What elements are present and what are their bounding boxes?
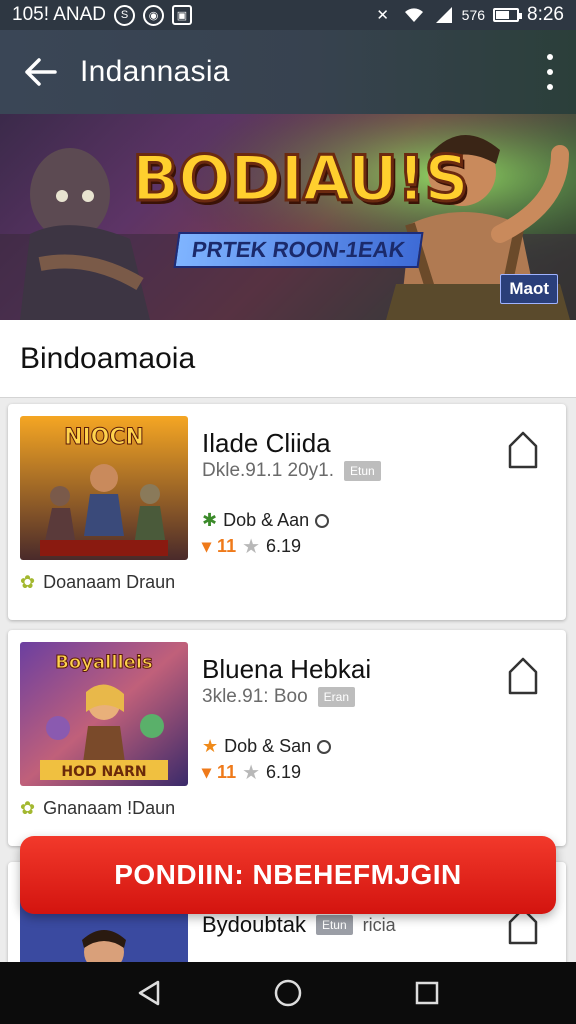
- game-meta-text: Dkle.91.1 20y1.: [202, 460, 335, 481]
- svg-text:NIOCN: NIOCN: [64, 425, 144, 450]
- circle-icon: [315, 513, 330, 528]
- status-bar: 105! ANAD S ◉ ▣ ✕ 576 8:26: [0, 0, 576, 30]
- banner-title: BODIAU!S: [131, 141, 471, 217]
- status-time-left: 105! ANAD: [12, 4, 106, 25]
- nav-recents-button[interactable]: [407, 973, 447, 1013]
- more-dot-icon: [547, 54, 553, 60]
- leaf-icon: ✱: [202, 510, 218, 530]
- svg-text:Boyallleis: Boyallleis: [55, 652, 153, 673]
- back-button[interactable]: [0, 30, 80, 114]
- star-icon: ★: [242, 762, 261, 784]
- game-genre: Dob & San: [224, 736, 312, 756]
- game-footer: ✿ Gnanaam !Daun: [20, 798, 175, 819]
- star-icon: ★: [242, 536, 261, 558]
- game-thumbnail: NIOCN: [20, 416, 188, 560]
- promo-banner[interactable]: BODIAU!S PRTEK ROON-1EAK Maot: [0, 114, 576, 320]
- game-meta: 3kle.91: Boo Eran: [202, 686, 355, 708]
- mute-icon: ✕: [376, 7, 389, 24]
- navigation-bar: [0, 962, 576, 1024]
- image-icon: ▣: [172, 5, 192, 25]
- game-genre-row: ★ Dob & San: [202, 736, 332, 757]
- more-dot-icon: [547, 69, 553, 75]
- game-genre-row: ✱ Dob & Aan: [202, 510, 330, 531]
- fire-count: 11: [217, 536, 237, 556]
- game-developer: Gnanaam !Daun: [43, 798, 176, 818]
- svg-text:HOD NARN: HOD NARN: [61, 764, 146, 780]
- fire-count: 11: [217, 762, 237, 782]
- bookmark-icon[interactable]: [506, 430, 540, 470]
- game-stats-row: ▾ 11 ★ 6.19: [202, 760, 301, 785]
- fire-icon: ▾: [202, 762, 212, 782]
- game-thumbnail: Boyallleis HOD NARN: [20, 642, 188, 786]
- star-icon: ★: [202, 736, 219, 756]
- game-stats-row: ▾ 11 ★ 6.19: [202, 534, 301, 559]
- bookmark-icon[interactable]: [506, 656, 540, 696]
- game-tag: Eran: [317, 687, 355, 707]
- game-artwork: Boyallleis HOD NARN: [20, 642, 188, 786]
- section-title: Bindoamaoia: [20, 341, 196, 375]
- banner-subtitle: PRTEK ROON-1EAK: [173, 232, 424, 268]
- section-header: Bindoamaoia: [0, 320, 576, 398]
- back-triangle-icon: [139, 980, 160, 1006]
- nav-back-button[interactable]: [129, 973, 169, 1013]
- back-arrow-icon: [25, 58, 57, 86]
- game-meta: Dkle.91.1 20y1. Etun: [202, 460, 381, 482]
- game-rating: 6.19: [266, 762, 302, 782]
- developer-icon: ✿: [20, 798, 36, 818]
- game-footer: ✿ Doanaam Draun: [20, 572, 175, 593]
- screen: 105! ANAD S ◉ ▣ ✕ 576 8:26 Indannasia BO…: [0, 0, 576, 1024]
- game-artwork: NIOCN: [20, 416, 188, 560]
- fire-icon: ▾: [202, 536, 212, 556]
- circle-icon: [317, 739, 332, 754]
- game-genre: Dob & Aan: [223, 510, 310, 530]
- cta-button[interactable]: PONDIIN: NBEHEFMJGIN: [20, 836, 556, 914]
- more-options-button[interactable]: [544, 54, 556, 90]
- game-card[interactable]: Boyallleis HOD NARN Bluena Hebkai 3kle.9…: [8, 630, 566, 846]
- game-title-row: Bydoubtak Etun ricia: [202, 912, 396, 938]
- game-meta-text: 3kle.91: Boo: [202, 686, 308, 707]
- status-indicators: 576: [461, 7, 486, 23]
- game-title: Bydoubtak: [202, 912, 306, 937]
- game-rating: 6.19: [266, 536, 302, 556]
- app-title: Indannasia: [80, 55, 230, 88]
- status-left: 105! ANAD S ◉ ▣: [12, 4, 192, 26]
- game-card[interactable]: NIOCN Ilade Cliida Dkle.91.1 20y1. Etun …: [8, 404, 566, 620]
- app-bar: Indannasia: [0, 30, 576, 114]
- status-right: ✕ 576 8:26: [372, 4, 564, 26]
- game-title: Ilade Cliida: [202, 428, 331, 458]
- sync-icon: S: [114, 4, 135, 26]
- game-tag: Etun: [344, 461, 381, 481]
- game-meta-text: ricia: [362, 914, 396, 935]
- home-circle-icon: [274, 979, 302, 1007]
- game-tag: Etun: [315, 915, 353, 935]
- status-time-right: 8:26: [527, 4, 564, 25]
- game-icon: ◉: [143, 4, 164, 26]
- more-dot-icon: [547, 84, 553, 90]
- wifi-icon: [404, 8, 423, 22]
- game-developer: Doanaam Draun: [43, 572, 176, 592]
- signal-icon: [435, 7, 452, 23]
- banner-badge[interactable]: Maot: [500, 274, 558, 304]
- developer-icon: ✿: [20, 572, 36, 592]
- nav-home-button[interactable]: [268, 973, 308, 1013]
- game-title: Bluena Hebkai: [202, 654, 372, 684]
- recents-square-icon: [415, 981, 438, 1005]
- battery-icon: [493, 8, 523, 22]
